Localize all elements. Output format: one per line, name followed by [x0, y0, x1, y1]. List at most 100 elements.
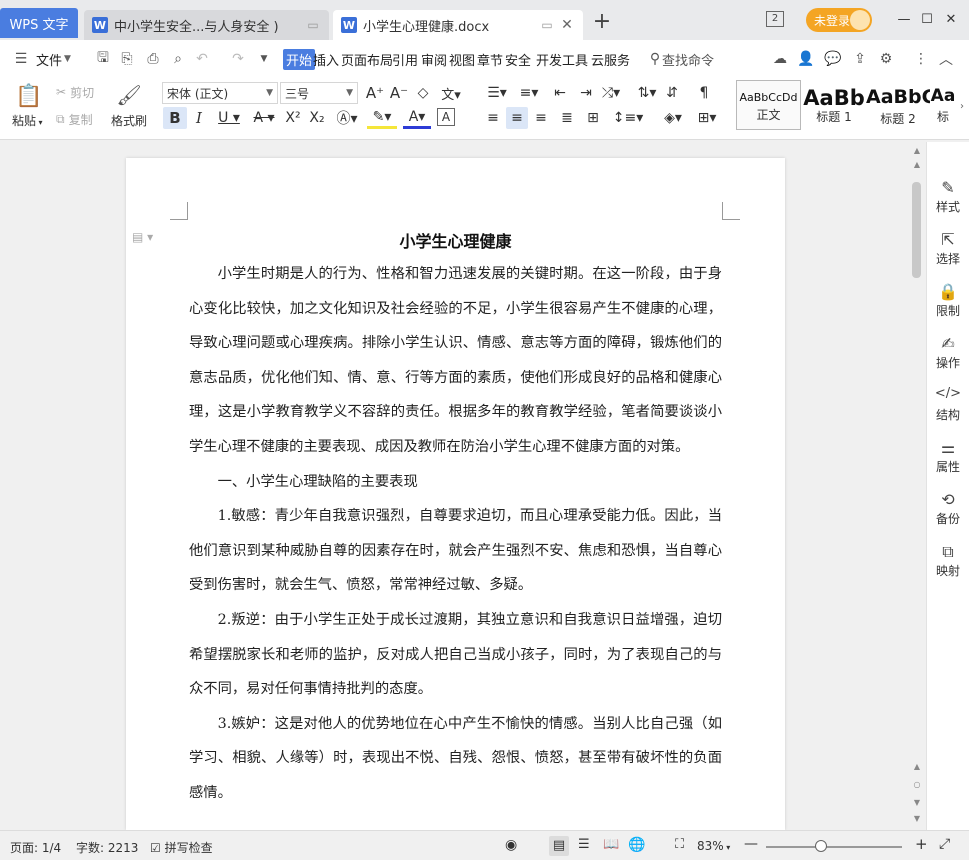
menu-file[interactable]: 文件	[36, 50, 62, 69]
collapse-ribbon-icon[interactable]: ︿	[937, 51, 955, 68]
export-pdf-icon[interactable]: ⎘	[118, 51, 136, 67]
command-search[interactable]: 查找命令	[662, 50, 714, 69]
sidebar-item-select[interactable]: ⇱ 选择	[927, 230, 969, 267]
format-painter-button[interactable]: 格式刷	[111, 112, 147, 129]
redo-icon[interactable]: ↷	[229, 51, 247, 67]
text-direction-icon[interactable]: ⇅▾	[634, 83, 660, 103]
align-center-icon[interactable]: ≡	[506, 107, 528, 129]
style-heading-1[interactable]: AaBb 标题 1	[802, 80, 866, 130]
char-border-icon[interactable]: A	[437, 108, 455, 126]
bullet-list-icon[interactable]: ☰▾	[484, 83, 510, 103]
share-user-icon[interactable]: 👤	[797, 51, 815, 67]
login-button[interactable]: 未登录	[806, 8, 872, 32]
document-body[interactable]: 小学生时期是人的行为、性格和智力迅速发展的关键时期。在这一阶段，由于身心变化比较…	[189, 257, 722, 811]
page-indicator[interactable]: 页面: 1/4	[10, 839, 61, 856]
align-left-icon[interactable]: ≡	[484, 108, 502, 128]
tab-float-icon[interactable]: ▭	[305, 17, 321, 33]
menu-cloud[interactable]: 云服务	[591, 50, 630, 69]
print-preview-icon[interactable]: ⌕	[169, 51, 187, 67]
document-page[interactable]: ▤ ▾ 小学生心理健康 小学生时期是人的行为、性格和智力迅速发展的关键时期。在这…	[126, 158, 785, 830]
menu-page-layout[interactable]: 页面布局	[341, 50, 393, 69]
superscript-icon[interactable]: X²	[283, 107, 303, 129]
vertical-scrollbar[interactable]: ▲ ▲ ▲ ○ ▼ ▼	[909, 142, 925, 830]
paste-icon[interactable]: 📋	[15, 82, 42, 110]
shading-icon[interactable]: ◈▾	[660, 108, 686, 128]
zoom-slider-handle[interactable]	[815, 840, 827, 852]
scroll-next-page-icon[interactable]: ▼	[911, 798, 923, 807]
scroll-up-icon[interactable]: ▲	[911, 160, 923, 169]
scrollbar-thumb[interactable]	[912, 182, 921, 278]
zoom-level[interactable]: 83% ▾	[697, 839, 730, 853]
web-view-icon[interactable]: 🌐	[628, 837, 645, 853]
cut-button[interactable]: ✂ 剪切	[56, 84, 94, 100]
menu-references[interactable]: 引用	[392, 50, 418, 69]
outline-view-icon[interactable]: ☰	[578, 837, 590, 852]
menu-chapter[interactable]: 章节	[477, 50, 503, 69]
menu-view[interactable]: 视图	[449, 50, 475, 69]
save-icon[interactable]: 🖫	[94, 50, 112, 67]
highlight-icon[interactable]: ✎▾	[367, 107, 397, 129]
tab-float-icon[interactable]: ▭	[539, 17, 555, 33]
increase-indent-icon[interactable]: ⇥	[576, 83, 596, 103]
style-heading-3[interactable]: Aa 标	[930, 80, 956, 130]
style-heading-2[interactable]: AaBbC 标题 2	[866, 80, 930, 130]
sort-icon[interactable]: ⇵	[662, 83, 682, 103]
menu-review[interactable]: 审阅	[421, 50, 447, 69]
sidebar-item-properties[interactable]: ⚌ 属性	[927, 438, 969, 475]
text-effect-icon[interactable]: Ⓐ▾	[333, 107, 361, 129]
add-tab-button[interactable]: +	[591, 11, 613, 34]
underline-icon[interactable]: U ▾	[214, 107, 244, 129]
scroll-browse-icon[interactable]: ○	[911, 780, 923, 789]
fit-page-icon[interactable]: ⛶	[675, 837, 684, 852]
font-color-icon[interactable]: A▾	[403, 107, 431, 129]
undo-icon[interactable]: ↶	[193, 51, 211, 67]
share-icon[interactable]: ⇪	[851, 51, 869, 67]
scroll-top-icon[interactable]: ▲	[911, 146, 923, 155]
window-close-icon[interactable]: ✕	[940, 9, 962, 31]
sidebar-item-mapping[interactable]: ⧉ 映射	[927, 542, 969, 579]
print-icon[interactable]: ⎙	[144, 51, 162, 67]
justify-icon[interactable]: ≣	[558, 108, 576, 128]
subscript-icon[interactable]: X₂	[307, 107, 327, 129]
menu-insert[interactable]: 插入	[313, 50, 339, 69]
spell-check-toggle[interactable]: ☑ 拼写检查	[150, 839, 213, 856]
hamburger-icon[interactable]: ☰	[12, 51, 30, 67]
tab-psychology-doc[interactable]: W 小学生心理健康.docx ▭ ✕	[333, 10, 583, 40]
sidebar-item-backup[interactable]: ⟲ 备份	[927, 490, 969, 527]
grow-font-icon[interactable]: A⁺	[366, 83, 384, 103]
format-painter-icon[interactable]: 🖌	[116, 82, 141, 108]
menu-home[interactable]: 开始	[283, 49, 316, 70]
eye-protection-icon[interactable]: ◉	[505, 837, 517, 853]
scroll-down-icon[interactable]: ▼	[911, 814, 923, 823]
font-size-select[interactable]: 三号 ▼	[280, 82, 358, 104]
maximize-icon[interactable]: ☐	[916, 9, 938, 31]
italic-icon[interactable]: I	[190, 107, 208, 129]
zoom-slider[interactable]	[766, 846, 902, 848]
fullscreen-icon[interactable]: ⤢	[939, 836, 950, 852]
paste-button[interactable]: 粘贴 ▾	[12, 112, 43, 129]
zoom-in-icon[interactable]: +	[915, 835, 928, 853]
more-icon[interactable]: ⋮	[912, 51, 930, 67]
sidebar-item-style[interactable]: ✎ 样式	[927, 178, 969, 215]
chevron-down-icon[interactable]: ▼	[64, 54, 71, 64]
minimize-icon[interactable]: —	[893, 9, 915, 31]
sidebar-item-structure[interactable]: </> 结构	[927, 386, 969, 423]
font-name-select[interactable]: 宋体 (正文) ▼	[162, 82, 278, 104]
page-view-icon[interactable]: ▤	[549, 836, 569, 856]
decrease-indent-icon[interactable]: ⇤	[550, 83, 570, 103]
bold-icon[interactable]: B	[163, 107, 187, 129]
tab-safety-doc[interactable]: W 中小学生安全...与人身安全 ) ▭	[84, 10, 329, 40]
align-right-icon[interactable]: ≡	[532, 108, 550, 128]
sidebar-item-operation[interactable]: ✍ 操作	[927, 334, 969, 371]
chevron-right-icon[interactable]: ›	[956, 98, 968, 114]
show-marks-icon[interactable]: ¶	[694, 83, 714, 103]
line-spacing-icon[interactable]: ↕≡▾	[613, 108, 644, 128]
clear-format-icon[interactable]: ◇	[414, 83, 432, 103]
settings-icon[interactable]: ⚙	[877, 51, 895, 67]
distributed-icon[interactable]: ⊞	[584, 108, 602, 128]
sidebar-item-restrict[interactable]: 🔒 限制	[927, 282, 969, 319]
borders-icon[interactable]: ⊞▾	[694, 108, 720, 128]
zoom-out-icon[interactable]: —	[744, 836, 758, 852]
quick-access-chevron-icon[interactable]: ▼	[255, 51, 273, 67]
window-count-icon[interactable]: 2	[766, 11, 784, 27]
